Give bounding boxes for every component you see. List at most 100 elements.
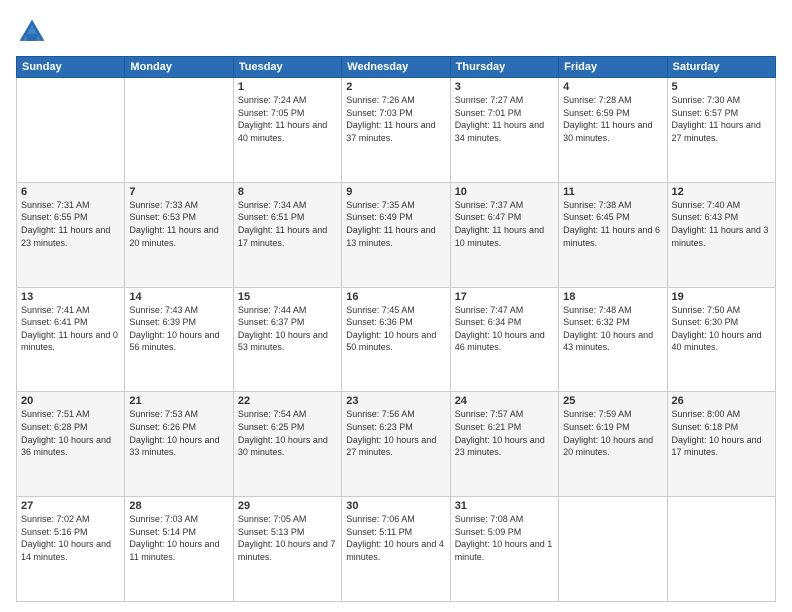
calendar-cell: 6Sunrise: 7:31 AM Sunset: 6:55 PM Daylig…: [17, 182, 125, 287]
day-header: Wednesday: [342, 57, 450, 78]
day-info: Sunrise: 7:45 AM Sunset: 6:36 PM Dayligh…: [346, 304, 445, 354]
week-row: 6Sunrise: 7:31 AM Sunset: 6:55 PM Daylig…: [17, 182, 776, 287]
day-info: Sunrise: 7:02 AM Sunset: 5:16 PM Dayligh…: [21, 513, 120, 563]
day-number: 4: [563, 81, 662, 93]
day-number: 12: [672, 186, 771, 198]
day-info: Sunrise: 7:56 AM Sunset: 6:23 PM Dayligh…: [346, 408, 445, 458]
calendar-cell: 28Sunrise: 7:03 AM Sunset: 5:14 PM Dayli…: [125, 497, 233, 602]
day-number: 8: [238, 186, 337, 198]
day-number: 10: [455, 186, 554, 198]
logo-icon: [16, 16, 48, 48]
day-number: 18: [563, 291, 662, 303]
day-info: Sunrise: 7:59 AM Sunset: 6:19 PM Dayligh…: [563, 408, 662, 458]
day-number: 27: [21, 500, 120, 512]
calendar-cell: 11Sunrise: 7:38 AM Sunset: 6:45 PM Dayli…: [559, 182, 667, 287]
day-info: Sunrise: 7:28 AM Sunset: 6:59 PM Dayligh…: [563, 94, 662, 144]
calendar-cell: 24Sunrise: 7:57 AM Sunset: 6:21 PM Dayli…: [450, 392, 558, 497]
day-header: Sunday: [17, 57, 125, 78]
day-number: 31: [455, 500, 554, 512]
day-number: 28: [129, 500, 228, 512]
calendar-cell: 7Sunrise: 7:33 AM Sunset: 6:53 PM Daylig…: [125, 182, 233, 287]
calendar-cell: [125, 78, 233, 183]
calendar-cell: 14Sunrise: 7:43 AM Sunset: 6:39 PM Dayli…: [125, 287, 233, 392]
calendar-cell: 26Sunrise: 8:00 AM Sunset: 6:18 PM Dayli…: [667, 392, 775, 497]
logo: [16, 16, 52, 48]
day-info: Sunrise: 7:27 AM Sunset: 7:01 PM Dayligh…: [455, 94, 554, 144]
calendar-cell: 27Sunrise: 7:02 AM Sunset: 5:16 PM Dayli…: [17, 497, 125, 602]
day-info: Sunrise: 7:51 AM Sunset: 6:28 PM Dayligh…: [21, 408, 120, 458]
day-number: 9: [346, 186, 445, 198]
calendar-cell: 8Sunrise: 7:34 AM Sunset: 6:51 PM Daylig…: [233, 182, 341, 287]
calendar-cell: 2Sunrise: 7:26 AM Sunset: 7:03 PM Daylig…: [342, 78, 450, 183]
calendar-cell: [667, 497, 775, 602]
day-info: Sunrise: 7:57 AM Sunset: 6:21 PM Dayligh…: [455, 408, 554, 458]
day-info: Sunrise: 7:54 AM Sunset: 6:25 PM Dayligh…: [238, 408, 337, 458]
day-number: 11: [563, 186, 662, 198]
day-info: Sunrise: 7:33 AM Sunset: 6:53 PM Dayligh…: [129, 199, 228, 249]
calendar-cell: 13Sunrise: 7:41 AM Sunset: 6:41 PM Dayli…: [17, 287, 125, 392]
day-info: Sunrise: 7:50 AM Sunset: 6:30 PM Dayligh…: [672, 304, 771, 354]
week-row: 27Sunrise: 7:02 AM Sunset: 5:16 PM Dayli…: [17, 497, 776, 602]
page: SundayMondayTuesdayWednesdayThursdayFrid…: [0, 0, 792, 612]
day-info: Sunrise: 7:38 AM Sunset: 6:45 PM Dayligh…: [563, 199, 662, 249]
day-info: Sunrise: 7:08 AM Sunset: 5:09 PM Dayligh…: [455, 513, 554, 563]
day-header: Thursday: [450, 57, 558, 78]
calendar-cell: 16Sunrise: 7:45 AM Sunset: 6:36 PM Dayli…: [342, 287, 450, 392]
week-row: 1Sunrise: 7:24 AM Sunset: 7:05 PM Daylig…: [17, 78, 776, 183]
day-number: 7: [129, 186, 228, 198]
calendar-cell: 17Sunrise: 7:47 AM Sunset: 6:34 PM Dayli…: [450, 287, 558, 392]
calendar-cell: 4Sunrise: 7:28 AM Sunset: 6:59 PM Daylig…: [559, 78, 667, 183]
day-number: 16: [346, 291, 445, 303]
calendar: SundayMondayTuesdayWednesdayThursdayFrid…: [16, 56, 776, 602]
calendar-cell: 15Sunrise: 7:44 AM Sunset: 6:37 PM Dayli…: [233, 287, 341, 392]
calendar-cell: 22Sunrise: 7:54 AM Sunset: 6:25 PM Dayli…: [233, 392, 341, 497]
day-number: 14: [129, 291, 228, 303]
day-info: Sunrise: 7:43 AM Sunset: 6:39 PM Dayligh…: [129, 304, 228, 354]
day-number: 25: [563, 395, 662, 407]
day-number: 17: [455, 291, 554, 303]
day-info: Sunrise: 7:44 AM Sunset: 6:37 PM Dayligh…: [238, 304, 337, 354]
day-number: 3: [455, 81, 554, 93]
day-number: 13: [21, 291, 120, 303]
calendar-cell: [17, 78, 125, 183]
calendar-cell: 5Sunrise: 7:30 AM Sunset: 6:57 PM Daylig…: [667, 78, 775, 183]
day-number: 30: [346, 500, 445, 512]
day-number: 20: [21, 395, 120, 407]
day-info: Sunrise: 7:24 AM Sunset: 7:05 PM Dayligh…: [238, 94, 337, 144]
day-info: Sunrise: 7:47 AM Sunset: 6:34 PM Dayligh…: [455, 304, 554, 354]
day-number: 1: [238, 81, 337, 93]
day-number: 2: [346, 81, 445, 93]
week-row: 13Sunrise: 7:41 AM Sunset: 6:41 PM Dayli…: [17, 287, 776, 392]
calendar-cell: 23Sunrise: 7:56 AM Sunset: 6:23 PM Dayli…: [342, 392, 450, 497]
day-info: Sunrise: 8:00 AM Sunset: 6:18 PM Dayligh…: [672, 408, 771, 458]
day-info: Sunrise: 7:26 AM Sunset: 7:03 PM Dayligh…: [346, 94, 445, 144]
day-info: Sunrise: 7:31 AM Sunset: 6:55 PM Dayligh…: [21, 199, 120, 249]
day-number: 19: [672, 291, 771, 303]
calendar-cell: 29Sunrise: 7:05 AM Sunset: 5:13 PM Dayli…: [233, 497, 341, 602]
calendar-cell: 31Sunrise: 7:08 AM Sunset: 5:09 PM Dayli…: [450, 497, 558, 602]
calendar-cell: [559, 497, 667, 602]
calendar-cell: 25Sunrise: 7:59 AM Sunset: 6:19 PM Dayli…: [559, 392, 667, 497]
day-number: 5: [672, 81, 771, 93]
day-info: Sunrise: 7:03 AM Sunset: 5:14 PM Dayligh…: [129, 513, 228, 563]
day-header: Tuesday: [233, 57, 341, 78]
day-info: Sunrise: 7:48 AM Sunset: 6:32 PM Dayligh…: [563, 304, 662, 354]
calendar-cell: 20Sunrise: 7:51 AM Sunset: 6:28 PM Dayli…: [17, 392, 125, 497]
calendar-cell: 10Sunrise: 7:37 AM Sunset: 6:47 PM Dayli…: [450, 182, 558, 287]
day-header: Saturday: [667, 57, 775, 78]
day-info: Sunrise: 7:05 AM Sunset: 5:13 PM Dayligh…: [238, 513, 337, 563]
calendar-cell: 19Sunrise: 7:50 AM Sunset: 6:30 PM Dayli…: [667, 287, 775, 392]
day-number: 6: [21, 186, 120, 198]
day-header: Monday: [125, 57, 233, 78]
day-info: Sunrise: 7:30 AM Sunset: 6:57 PM Dayligh…: [672, 94, 771, 144]
day-info: Sunrise: 7:35 AM Sunset: 6:49 PM Dayligh…: [346, 199, 445, 249]
day-info: Sunrise: 7:40 AM Sunset: 6:43 PM Dayligh…: [672, 199, 771, 249]
day-header: Friday: [559, 57, 667, 78]
header: [16, 16, 776, 48]
week-row: 20Sunrise: 7:51 AM Sunset: 6:28 PM Dayli…: [17, 392, 776, 497]
day-info: Sunrise: 7:41 AM Sunset: 6:41 PM Dayligh…: [21, 304, 120, 354]
calendar-cell: 18Sunrise: 7:48 AM Sunset: 6:32 PM Dayli…: [559, 287, 667, 392]
day-info: Sunrise: 7:53 AM Sunset: 6:26 PM Dayligh…: [129, 408, 228, 458]
day-number: 29: [238, 500, 337, 512]
day-number: 23: [346, 395, 445, 407]
